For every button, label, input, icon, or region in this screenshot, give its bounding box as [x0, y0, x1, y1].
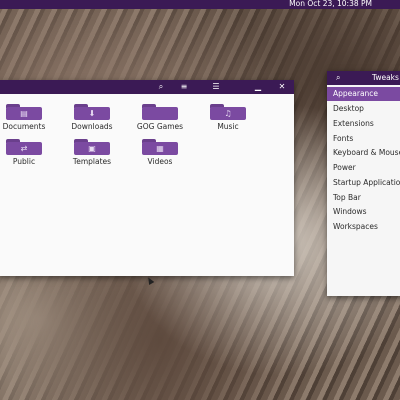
- menu-icon[interactable]: ☰: [210, 81, 222, 93]
- file-item-documents[interactable]: ▤ Documents: [0, 104, 56, 132]
- tweaks-item-workspaces[interactable]: Workspaces: [327, 220, 400, 234]
- file-item-gog-games[interactable]: GOG Games: [128, 104, 192, 132]
- music-folder-icon: ♫: [210, 104, 246, 120]
- tweaks-item-appearance[interactable]: Appearance: [327, 87, 400, 101]
- tweaks-window: ⌕ Tweaks Appearance Desktop Extensions F…: [327, 71, 400, 296]
- search-icon[interactable]: ⌕: [336, 71, 340, 85]
- file-item-downloads[interactable]: ⬇ Downloads: [60, 104, 124, 132]
- public-folder-icon: ⇄: [6, 139, 42, 155]
- file-item-templates[interactable]: ▣ Templates: [60, 139, 124, 167]
- templates-folder-icon: ▣: [74, 139, 110, 155]
- file-item-label: Documents: [2, 122, 46, 131]
- file-manager-header: ⌕ ≡ ☰ ▁ ✕: [0, 80, 294, 94]
- file-item-videos[interactable]: ▦ Videos: [128, 139, 192, 167]
- clock[interactable]: Mon Oct 23, 10:38 PM: [289, 0, 372, 9]
- document-folder-icon: ▤: [6, 104, 42, 120]
- video-folder-icon: ▦: [142, 139, 178, 155]
- file-item-label: Downloads: [71, 122, 113, 131]
- tweaks-item-windows[interactable]: Windows: [327, 205, 400, 219]
- tweaks-item-desktop[interactable]: Desktop: [327, 102, 400, 116]
- search-icon[interactable]: ⌕: [155, 81, 167, 93]
- file-item-music[interactable]: ♫ Music: [196, 104, 260, 132]
- tweaks-item-startup-applications[interactable]: Startup Applications: [327, 176, 400, 190]
- mouse-cursor-icon: [145, 275, 155, 286]
- close-icon[interactable]: ✕: [276, 81, 288, 93]
- file-item-label: Music: [217, 122, 239, 131]
- top-bar: Mon Oct 23, 10:38 PM: [0, 0, 400, 9]
- window-title: Tweaks: [372, 73, 399, 82]
- file-item-label: GOG Games: [136, 122, 184, 131]
- tweaks-item-extensions[interactable]: Extensions: [327, 117, 400, 131]
- tweaks-item-power[interactable]: Power: [327, 161, 400, 175]
- file-manager-window: ⌕ ≡ ☰ ▁ ✕ ▤ Documents ⬇ Downloads GOG Ga…: [0, 80, 294, 286]
- view-list-icon[interactable]: ≡: [178, 81, 190, 93]
- file-item-label: Templates: [72, 157, 112, 166]
- tweaks-header: ⌕ Tweaks: [327, 71, 400, 85]
- minimize-icon[interactable]: ▁: [252, 81, 264, 93]
- download-folder-icon: ⬇: [74, 104, 110, 120]
- file-item-label: Public: [12, 157, 36, 166]
- file-item-public[interactable]: ⇄ Public: [0, 139, 56, 167]
- file-item-label: Videos: [147, 157, 173, 166]
- tweaks-item-keyboard-mouse[interactable]: Keyboard & Mouse: [327, 146, 400, 160]
- folder-icon: [142, 104, 178, 120]
- tweaks-item-top-bar[interactable]: Top Bar: [327, 191, 400, 205]
- tweaks-item-fonts[interactable]: Fonts: [327, 132, 400, 146]
